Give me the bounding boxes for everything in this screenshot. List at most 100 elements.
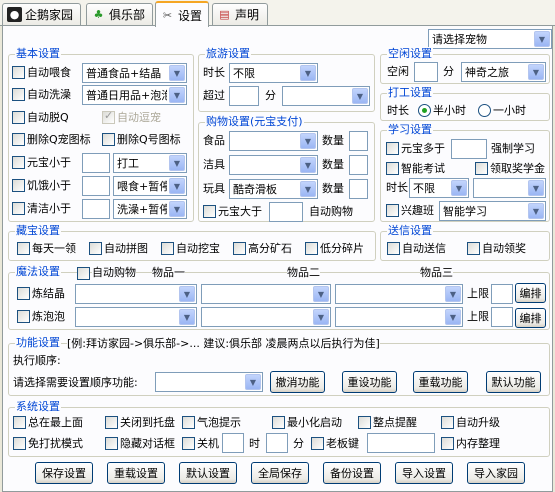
always-on-top-checkbox[interactable] [13,416,26,429]
travel-duration-select[interactable]: 不限 ▼ [229,63,318,83]
chevron-down-icon: ▼ [534,31,550,47]
tab-club[interactable]: ♣ 俱乐部 [86,3,153,25]
shutdown-minute-input[interactable] [266,433,288,453]
bubble-item3-select[interactable]: ▼ [335,307,463,327]
bubble-tip-checkbox[interactable] [182,416,195,429]
crystal-edit-button[interactable]: 编排 [515,283,546,303]
auto-send-checkbox[interactable] [387,242,400,255]
crystal-item1-select[interactable]: ▼ [75,284,197,304]
tab-settings[interactable]: ✂ 设置 [155,1,209,27]
work-half-radio[interactable] [418,104,431,117]
undo-function-button[interactable]: 撤消功能 [270,371,325,393]
magic-auto-shop-checkbox[interactable] [77,267,90,280]
save-settings-button[interactable]: 保存设置 [35,462,93,484]
auto-walk-checkbox[interactable] [102,109,115,124]
import-settings-button[interactable]: 导入设置 [395,462,453,484]
tab-qq-home[interactable]: ● 企鹅家园 [2,3,81,25]
hunger-action-select[interactable]: 喂食+暂停 ▼ [113,176,187,196]
treasure-high-ore-checkbox[interactable] [233,242,246,255]
global-save-button[interactable]: 全局保存 [251,462,309,484]
auto-claim-checkbox[interactable] [467,242,480,255]
clean-action-select[interactable]: 洗澡+暂停 ▼ [113,199,187,219]
yuanbao-action-select[interactable]: 打工 ▼ [113,153,187,173]
magic-bubble-checkbox[interactable] [17,310,30,323]
shop-yuanbao-checkbox[interactable] [203,205,216,218]
auto-detox-checkbox[interactable] [12,111,25,124]
del-qnum-checkbox[interactable] [102,133,115,146]
shutdown-hour-input[interactable] [222,433,244,453]
chevron-down-icon: ▼ [451,180,467,196]
hunger-less-input[interactable] [82,176,110,196]
memory-cleanup-checkbox[interactable] [441,437,454,450]
default-settings-button[interactable]: 默认设置 [179,462,237,484]
yuanbao-less-checkbox[interactable] [12,156,25,169]
feed-select[interactable]: 普通食品+结晶 ▼ [82,63,187,83]
function-hint: [例:拜访家园->俱乐部->... 建议:俱乐部 凌晨两点以后执行为佳] [67,337,380,351]
shop-food-qty[interactable] [349,131,368,151]
interest-class-checkbox[interactable] [386,204,399,217]
crystal-item2-select[interactable]: ▼ [201,284,331,304]
treasure-dig-checkbox[interactable] [161,242,174,255]
boss-key-checkbox[interactable] [311,437,324,450]
study-settings-group: 学习设置 元宝多于 强制学习 智能考试 领取奖学金 时长 不限 ▼ ▼ 兴趣班 智… [380,123,550,222]
chevron-down-icon: ▼ [169,65,185,81]
study-yuanbao-input[interactable] [451,139,487,159]
treasure-daily-checkbox[interactable] [17,242,30,255]
study-duration-select[interactable]: 不限 ▼ [409,178,469,198]
reload-function-button[interactable]: 重载功能 [413,371,468,393]
yuanbao-less-input[interactable] [82,153,110,173]
tools-icon: ✂ [162,8,173,22]
study-extra-select[interactable]: ▼ [473,178,546,198]
auto-feed-checkbox[interactable] [12,66,25,79]
shop-cleaner-qty[interactable] [349,155,368,175]
reload-settings-button[interactable]: 重载设置 [107,462,165,484]
bubble-limit-input[interactable] [491,307,513,327]
boss-key-input[interactable] [367,433,435,453]
tab-statement[interactable]: ▤ 声明 [212,3,268,25]
shop-yuanbao-input[interactable] [269,202,303,222]
treasure-puzzle-checkbox[interactable] [89,242,102,255]
interest-class-select[interactable]: 智能学习 ▼ [439,201,546,221]
travel-over-input[interactable] [229,86,259,106]
idle-action-select[interactable]: 神奇之旅 ▼ [461,62,546,82]
auto-upgrade-checkbox[interactable] [441,416,454,429]
bubble-edit-button[interactable]: 编排 [515,308,546,328]
shop-cleaner-select[interactable]: ▼ [229,155,318,175]
clean-less-checkbox[interactable] [12,202,25,215]
travel-over-select[interactable]: ▼ [282,86,370,106]
shop-toy-select[interactable]: 酷奇滑板 ▼ [229,179,318,199]
magic-crystal-checkbox[interactable] [17,287,30,300]
minimize-start-checkbox[interactable] [272,416,285,429]
shop-toy-qty[interactable] [349,179,368,199]
work-one-radio[interactable] [478,104,491,117]
smart-exam-checkbox[interactable] [386,162,399,175]
function-order-select[interactable]: ▼ [155,372,263,392]
hunger-less-checkbox[interactable] [12,179,25,192]
backup-settings-button[interactable]: 备份设置 [323,462,381,484]
hide-dialog-checkbox[interactable] [105,437,118,450]
study-yuanbao-checkbox[interactable] [386,142,399,155]
claim-scholar-checkbox[interactable] [475,162,488,175]
reset-function-button[interactable]: 重设功能 [342,371,397,393]
shop-food-select[interactable]: ▼ [229,131,318,151]
crystal-item3-select[interactable]: ▼ [335,284,463,304]
default-function-button[interactable]: 默认功能 [486,371,541,393]
bubble-item2-select[interactable]: ▼ [201,307,331,327]
do-not-disturb-checkbox[interactable] [13,437,26,450]
chevron-down-icon: ▼ [313,309,329,325]
hourly-reminder-checkbox[interactable] [358,416,371,429]
crystal-limit-input[interactable] [491,284,513,304]
close-to-tray-checkbox[interactable] [105,416,118,429]
auto-wash-checkbox[interactable] [12,88,25,101]
import-home-button[interactable]: 导入家园 [467,462,525,484]
clean-less-input[interactable] [82,199,110,219]
idle-minutes-input[interactable] [414,62,438,82]
pet-select[interactable]: 请选择宠物 ▼ [428,29,552,49]
treasure-low-shard-checkbox[interactable] [305,242,318,255]
del-qcoin-checkbox[interactable] [12,133,25,146]
clover-icon: ♣ [93,8,104,21]
travel-settings-group: 旅游设置 时长 不限 ▼ 超过 分 ▼ [198,47,375,112]
wash-select[interactable]: 普通日用品+泡泡 ▼ [82,85,187,105]
shutdown-checkbox[interactable] [182,437,195,450]
bubble-item1-select[interactable]: ▼ [75,307,197,327]
